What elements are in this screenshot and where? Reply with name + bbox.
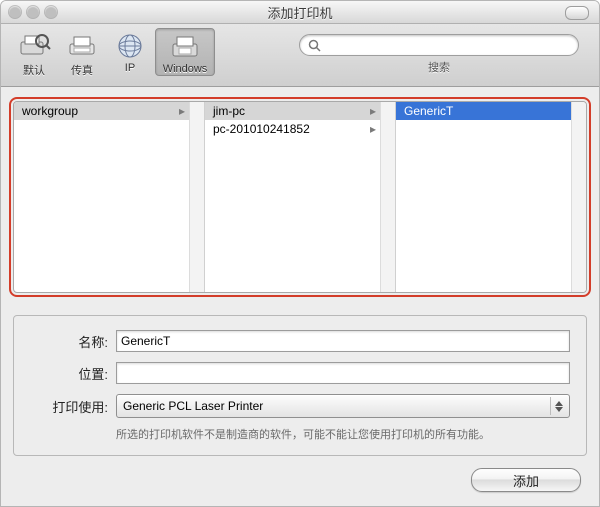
browser-item-jim-pc[interactable]: jim-pc ▸: [205, 102, 380, 120]
search-field[interactable]: [299, 34, 579, 56]
printer-browser: workgroup ▸ jim-pc ▸ pc-201010241852 ▸: [13, 101, 587, 293]
browser-item-generict[interactable]: GenericT: [396, 102, 571, 120]
scrollbar[interactable]: [571, 102, 586, 292]
browser-column-1: workgroup ▸: [14, 102, 205, 292]
toolbar-ip-label: IP: [125, 62, 135, 74]
toolbar-windows-label: Windows: [163, 63, 208, 75]
browser-item-label: jim-pc: [213, 104, 245, 118]
scrollbar[interactable]: [189, 102, 204, 292]
scrollbar[interactable]: [380, 102, 395, 292]
add-button[interactable]: 添加: [471, 468, 581, 492]
browser-item-label: pc-201010241852: [213, 122, 310, 136]
titlebar: 添加打印机: [1, 1, 599, 24]
search-input[interactable]: [325, 37, 570, 53]
browser-item-pc2010[interactable]: pc-201010241852 ▸: [205, 120, 380, 138]
name-label: 名称:: [30, 332, 108, 351]
toolbar-toggle-button[interactable]: [565, 6, 589, 20]
browser-column-3: GenericT: [396, 102, 586, 292]
toolbar-ip[interactable]: IP: [107, 28, 153, 74]
window-title: 添加打印机: [1, 3, 599, 22]
windows-printer-icon: [167, 31, 203, 63]
printer-search-icon: [16, 30, 52, 62]
fax-icon: [64, 30, 100, 62]
globe-icon: [112, 30, 148, 62]
chevron-right-icon: ▸: [179, 104, 185, 118]
toolbar-fax[interactable]: 传真: [59, 28, 105, 78]
stepper-arrows-icon: [550, 397, 567, 415]
toolbar-fax-label: 传真: [71, 62, 93, 78]
add-button-label: 添加: [513, 471, 539, 490]
location-label: 位置:: [30, 364, 108, 383]
search-icon: [308, 39, 321, 52]
driver-value: Generic PCL Laser Printer: [123, 399, 263, 413]
add-printer-window: 添加打印机 默认 传真: [0, 0, 600, 507]
printer-form: 名称: 位置: 打印使用: Generic PCL Laser Printer …: [13, 315, 587, 456]
driver-popup[interactable]: Generic PCL Laser Printer: [116, 394, 570, 418]
search-label: 搜索: [428, 59, 450, 75]
chevron-right-icon: ▸: [370, 104, 376, 118]
browser-item-workgroup[interactable]: workgroup ▸: [14, 102, 189, 120]
browser-item-label: workgroup: [22, 104, 78, 118]
chevron-right-icon: ▸: [370, 122, 376, 136]
toolbar-search: 搜索: [289, 28, 589, 75]
location-field[interactable]: [116, 362, 570, 384]
footer: 添加: [471, 468, 581, 492]
toolbar-default[interactable]: 默认: [11, 28, 57, 78]
driver-label: 打印使用:: [30, 397, 108, 416]
name-field[interactable]: [116, 330, 570, 352]
browser-item-label: GenericT: [404, 104, 453, 118]
toolbar-windows[interactable]: Windows: [155, 28, 215, 76]
driver-note: 所选的打印机软件不是制造商的软件，可能不能让您使用打印机的所有功能。: [116, 428, 570, 443]
toolbar-default-label: 默认: [23, 62, 45, 78]
browser-column-2: jim-pc ▸ pc-201010241852 ▸: [205, 102, 396, 292]
toolbar: 默认 传真 IP: [1, 24, 599, 87]
